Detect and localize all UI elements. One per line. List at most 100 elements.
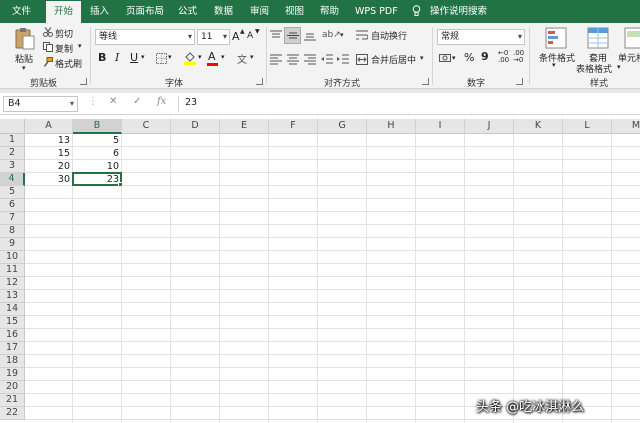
insert-function-button[interactable]: fx <box>157 96 166 107</box>
conditional-dropdown-icon[interactable]: ▾ <box>552 61 556 69</box>
cell-b1[interactable]: 5 <box>73 134 121 147</box>
align-left-icon[interactable] <box>270 54 282 65</box>
column-header-a[interactable]: A <box>25 119 73 134</box>
paste-dropdown-icon[interactable]: ▾ <box>22 64 26 72</box>
row-header-5[interactable]: 5 <box>0 186 25 199</box>
merge-center-icon[interactable] <box>356 54 368 65</box>
name-box[interactable]: B4 ▾ <box>3 96 78 112</box>
merge-center-button[interactable]: 合并后居中 <box>371 53 416 66</box>
font-color-dropdown-icon[interactable]: ▾ <box>221 53 225 61</box>
tab-wps-pdf[interactable]: WPS PDF <box>355 0 398 23</box>
row-header-1[interactable]: 1 <box>0 134 25 147</box>
row-header-16[interactable]: 16 <box>0 329 25 342</box>
format-as-table-dropdown-icon[interactable]: ▾ <box>617 63 621 71</box>
align-top-icon[interactable] <box>270 30 282 41</box>
paste-icon[interactable] <box>14 27 36 51</box>
tell-me-search[interactable]: 操作说明搜索 <box>430 0 487 23</box>
enter-icon[interactable]: ✓ <box>133 96 141 107</box>
row-header-18[interactable]: 18 <box>0 355 25 368</box>
format-as-table-label-2[interactable]: 表格格式 <box>576 62 612 75</box>
tab-formulas[interactable]: 公式 <box>178 0 197 23</box>
tab-home[interactable]: 开始 <box>46 1 82 23</box>
cell-b2[interactable]: 6 <box>73 147 121 160</box>
tab-review[interactable]: 审阅 <box>250 0 269 23</box>
grow-font-button[interactable]: A <box>232 30 240 43</box>
bold-button[interactable]: B <box>98 51 106 64</box>
column-header-g[interactable]: G <box>318 119 367 134</box>
column-header-b[interactable]: B <box>73 119 122 134</box>
format-as-table-icon[interactable] <box>587 27 609 49</box>
column-header-h[interactable]: H <box>367 119 416 134</box>
conditional-formatting-icon[interactable] <box>545 27 567 49</box>
row-header-7[interactable]: 7 <box>0 212 25 225</box>
cell-styles-icon[interactable] <box>624 27 640 49</box>
row-header-10[interactable]: 10 <box>0 251 25 264</box>
shrink-font-button[interactable]: A <box>247 31 253 41</box>
cut-button[interactable]: 剪切 <box>55 27 73 40</box>
row-header-22[interactable]: 22 <box>0 407 25 420</box>
copy-icon[interactable] <box>43 42 53 52</box>
increase-indent-icon[interactable] <box>337 54 349 65</box>
column-header-k[interactable]: K <box>514 119 563 134</box>
phonetic-dropdown-icon[interactable]: ▾ <box>250 53 254 61</box>
alignment-launcher-icon[interactable] <box>422 78 429 85</box>
align-right-icon[interactable] <box>304 54 316 65</box>
format-painter-icon[interactable] <box>43 57 53 67</box>
scissors-icon[interactable] <box>43 27 53 37</box>
row-header-2[interactable]: 2 <box>0 147 25 160</box>
row-header-13[interactable]: 13 <box>0 290 25 303</box>
fill-color-dropdown-icon[interactable]: ▾ <box>198 53 202 61</box>
tab-data[interactable]: 数据 <box>214 0 233 23</box>
column-header-d[interactable]: D <box>171 119 220 134</box>
accounting-format-icon[interactable] <box>439 53 451 64</box>
tab-view[interactable]: 视图 <box>285 0 304 23</box>
select-all-button[interactable] <box>0 119 25 134</box>
percent-style-button[interactable]: % <box>464 51 474 64</box>
tab-help[interactable]: 帮助 <box>320 0 339 23</box>
tab-page-layout[interactable]: 页面布局 <box>126 0 164 23</box>
column-header-i[interactable]: I <box>416 119 465 134</box>
copy-button[interactable]: 复制 <box>55 42 73 55</box>
cell-a3[interactable]: 20 <box>25 160 72 173</box>
column-header-f[interactable]: F <box>269 119 318 134</box>
decrease-decimal-button[interactable]: .00 →0 <box>513 50 524 64</box>
font-launcher-icon[interactable] <box>256 78 263 85</box>
wrap-text-icon[interactable] <box>356 30 368 41</box>
phonetic-guide-button[interactable]: 文 <box>237 51 247 66</box>
column-header-c[interactable]: C <box>122 119 171 134</box>
more-options-icon[interactable]: ⋮ <box>88 96 98 107</box>
fill-handle[interactable] <box>118 182 123 187</box>
row-header-14[interactable]: 14 <box>0 303 25 316</box>
font-name-select[interactable]: 等线 ▾ <box>95 29 195 45</box>
row-header-20[interactable]: 20 <box>0 381 25 394</box>
merge-dropdown-icon[interactable]: ▾ <box>420 54 424 62</box>
increase-decimal-button[interactable]: ←0.00 <box>498 50 509 64</box>
decrease-indent-icon[interactable] <box>321 54 333 65</box>
row-header-21[interactable]: 21 <box>0 394 25 407</box>
clipboard-launcher-icon[interactable] <box>80 78 87 85</box>
wrap-text-button[interactable]: 自动换行 <box>371 29 407 42</box>
conditional-formatting-button[interactable]: 条件格式 <box>539 51 575 64</box>
column-header-l[interactable]: L <box>563 119 612 134</box>
comma-style-button[interactable]: 9 <box>481 50 489 63</box>
copy-dropdown-icon[interactable]: ▾ <box>78 42 82 50</box>
row-header-8[interactable]: 8 <box>0 225 25 238</box>
fill-color-icon[interactable] <box>184 51 196 65</box>
tab-file[interactable]: 文件 <box>12 0 31 23</box>
borders-icon[interactable] <box>156 53 167 64</box>
worksheet-grid[interactable]: A B C D E F G H I J K L M 1 2 3 4 5 6 7 8 9 10 11 12 13 14 15 16 17 18… <box>0 119 640 423</box>
accounting-dropdown-icon[interactable]: ▾ <box>452 54 456 62</box>
underline-dropdown-icon[interactable]: ▾ <box>141 53 145 61</box>
font-size-select[interactable]: 11 ▾ <box>197 29 230 45</box>
column-header-m[interactable]: M <box>612 119 640 134</box>
row-header-15[interactable]: 15 <box>0 316 25 329</box>
cancel-icon[interactable]: ✕ <box>109 96 117 107</box>
format-painter-button[interactable]: 格式刷 <box>55 57 82 70</box>
formula-input[interactable]: 23 <box>185 97 197 108</box>
underline-button[interactable]: U <box>130 51 138 64</box>
tab-insert[interactable]: 插入 <box>90 0 109 23</box>
cell-a2[interactable]: 15 <box>25 147 72 160</box>
row-header-6[interactable]: 6 <box>0 199 25 212</box>
column-header-e[interactable]: E <box>220 119 269 134</box>
row-header-4[interactable]: 4 <box>0 173 25 186</box>
